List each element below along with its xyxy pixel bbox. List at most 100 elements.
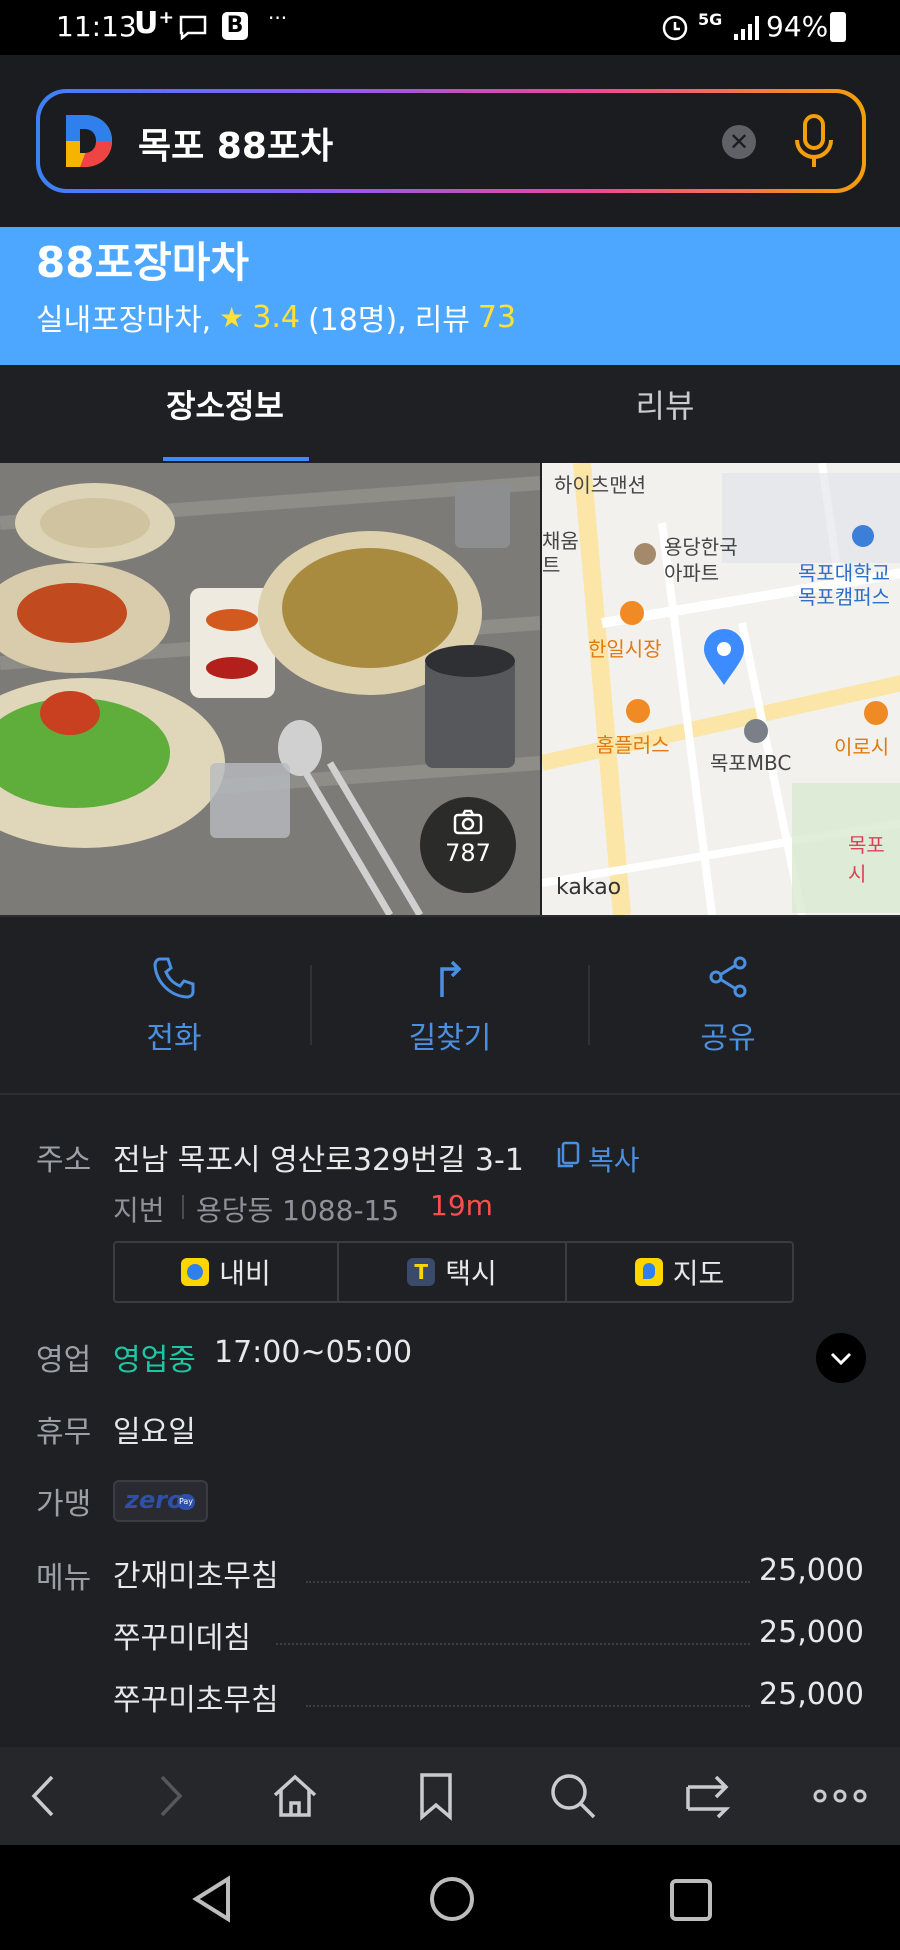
- map-label-mokpo: 목포시: [848, 833, 885, 886]
- camera-icon: [453, 809, 483, 835]
- copy-button[interactable]: 복사: [588, 1139, 640, 1179]
- zeropay-sub: Pay: [177, 1494, 195, 1510]
- more-menu-icon[interactable]: [812, 1781, 868, 1811]
- map-label-campus: 목포캠퍼스: [798, 585, 890, 609]
- status-bar: 11:13 U⁺ B ··· 5G 94%: [0, 0, 900, 55]
- map-label-apartment: 아파트: [664, 561, 720, 585]
- carrier-label: U⁺: [134, 6, 175, 41]
- browser-toolbar: [0, 1747, 900, 1845]
- battery-icon: [830, 12, 846, 42]
- search-input[interactable]: 목포 88포차: [138, 117, 333, 169]
- university-icon: [852, 525, 874, 547]
- map-label-t: 트: [542, 553, 561, 577]
- tabs-switch-icon[interactable]: [684, 1771, 736, 1821]
- market-icon: [620, 601, 644, 625]
- review-count[interactable]: 73: [478, 300, 516, 335]
- home-icon[interactable]: [270, 1771, 320, 1821]
- tab-reviews[interactable]: 리뷰: [450, 365, 880, 463]
- closed-days: 일요일: [113, 1415, 196, 1450]
- partner-label: 가맹: [36, 1487, 92, 1522]
- place-category: 실내포장마차,: [36, 303, 212, 338]
- microphone-icon[interactable]: [792, 113, 836, 171]
- review-label: 리뷰: [414, 303, 470, 338]
- divider: [310, 965, 312, 1045]
- chevron-down-icon: [830, 1352, 852, 1366]
- expand-hours-button[interactable]: [816, 1333, 866, 1383]
- location-pin-icon: [704, 629, 744, 685]
- bookmark-icon[interactable]: [414, 1771, 458, 1821]
- dotted-leader: [306, 1581, 750, 1583]
- navi-button[interactable]: 내비: [115, 1243, 339, 1301]
- action-bar: 전화 길찾기 공유: [0, 915, 900, 1095]
- share-icon: [709, 956, 747, 998]
- back-icon[interactable]: [24, 1773, 64, 1819]
- hours-status: 영업중: [113, 1343, 196, 1378]
- divider: [182, 1195, 184, 1219]
- share-button[interactable]: 공유: [628, 955, 828, 1065]
- photo-count-badge[interactable]: 787: [420, 797, 516, 893]
- zeropay-badge: zero Pay: [113, 1480, 208, 1522]
- signal-icon: [734, 16, 759, 40]
- divider: [588, 965, 590, 1045]
- star-icon: ★: [219, 300, 245, 334]
- share-label: 공유: [700, 1021, 756, 1056]
- navi-label: 내비: [219, 1257, 271, 1290]
- hours-label: 영업: [36, 1343, 92, 1378]
- menu-item-name: 쭈꾸미초무침: [113, 1683, 279, 1718]
- map-button[interactable]: 지도: [567, 1243, 792, 1301]
- menu-item-price: 25,000: [759, 1553, 864, 1588]
- call-button[interactable]: 전화: [74, 955, 274, 1065]
- search-area: 목포 88포차 ✕: [0, 55, 900, 227]
- photo-count: 787: [445, 839, 491, 867]
- menu-item-name: 쭈꾸미데침: [113, 1621, 251, 1656]
- phone-icon: [153, 957, 195, 999]
- address-label: 주소: [36, 1143, 92, 1178]
- homeplus-icon: [626, 699, 650, 723]
- taxi-button[interactable]: T 택시: [339, 1243, 567, 1301]
- tab-bar: 장소정보 리뷰: [0, 365, 900, 463]
- menu-item-price: 25,000: [759, 1677, 864, 1712]
- broadcast-icon: [744, 719, 768, 743]
- nav-button-group: 내비 T 택시 지도: [113, 1241, 794, 1303]
- kakaomap-icon: [634, 1258, 663, 1286]
- call-label: 전화: [146, 1021, 202, 1056]
- map-preview[interactable]: 하이츠맨션 채움 트 용당한국 아파트 목포대학교 목포캠퍼스 한일시장 홈플러…: [540, 463, 900, 915]
- distance: 19m: [430, 1189, 493, 1222]
- dotted-leader: [306, 1705, 750, 1707]
- system-back-icon[interactable]: [190, 1875, 234, 1923]
- place-header: 88포장마차 실내포장마차, ★ 3.4 (18명), 리뷰 73: [0, 227, 900, 365]
- search-box[interactable]: 목포 88포차 ✕: [36, 89, 866, 193]
- system-home-icon[interactable]: [428, 1875, 476, 1923]
- taxi-label: 택시: [445, 1257, 497, 1290]
- map-label-heights: 하이츠맨션: [554, 473, 646, 497]
- network-type: 5G: [698, 10, 723, 29]
- apartment-icon: [634, 543, 656, 565]
- directions-button[interactable]: 길찾기: [350, 955, 550, 1065]
- message-icon: [179, 15, 207, 40]
- daum-logo-icon: [66, 115, 112, 167]
- clear-search-icon[interactable]: ✕: [722, 125, 756, 159]
- taxi-icon: T: [407, 1258, 436, 1286]
- forward-icon[interactable]: [150, 1773, 190, 1819]
- map-label-market: 한일시장: [588, 637, 662, 661]
- copy-icon[interactable]: [556, 1141, 580, 1169]
- search-icon[interactable]: [548, 1771, 598, 1821]
- zeropay-text: zero: [125, 1486, 184, 1514]
- tab-place-info[interactable]: 장소정보: [0, 365, 450, 463]
- directions-icon: [440, 960, 462, 997]
- tab-active-indicator: [163, 457, 309, 461]
- food-photo[interactable]: 787: [0, 463, 540, 915]
- rating-value: 3.4: [252, 299, 300, 335]
- shop-icon: [864, 701, 888, 725]
- map-label-homeplus: 홈플러스: [596, 733, 670, 757]
- menu-item: 간재미초무침 25,000: [0, 1551, 900, 1609]
- map-label-mbc: 목포MBC: [710, 751, 792, 775]
- kakao-logo: kakao: [556, 875, 622, 900]
- divider: [0, 915, 900, 917]
- address-text: 전남 목포시 영산로329번길 3-1: [113, 1143, 524, 1178]
- menu-item-price: 25,000: [759, 1615, 864, 1650]
- menu-item: 쭈꾸미초무침 25,000: [0, 1675, 900, 1733]
- system-recents-icon[interactable]: [668, 1877, 714, 1923]
- dotted-leader: [276, 1643, 750, 1645]
- closed-label: 휴무: [36, 1415, 92, 1450]
